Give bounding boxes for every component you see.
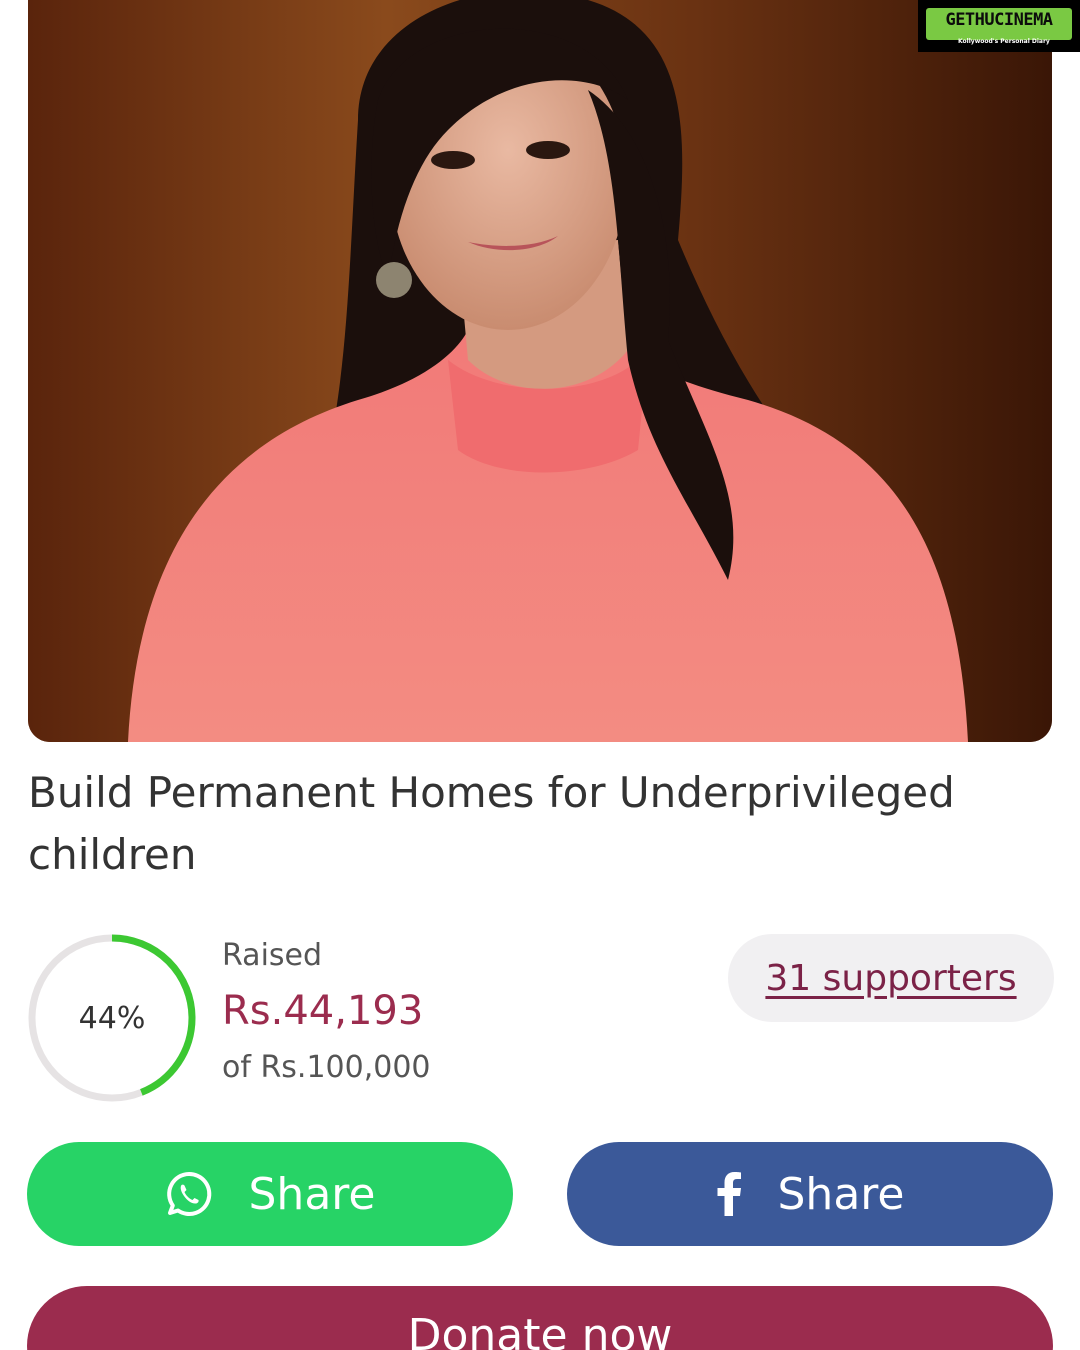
whatsapp-icon (165, 1170, 213, 1218)
facebook-share-button[interactable]: Share (567, 1142, 1053, 1246)
raised-amount: Rs.44,193 (222, 988, 424, 1034)
facebook-icon (716, 1172, 742, 1216)
facebook-share-label: Share (777, 1168, 905, 1220)
goal-amount: of Rs.100,000 (222, 1050, 431, 1085)
whatsapp-share-label: Share (248, 1168, 376, 1220)
watermark-brand: GETHUCINEMA (926, 8, 1072, 40)
whatsapp-share-button[interactable]: Share (27, 1142, 513, 1246)
watermark-logo: GETHUCINEMA Kollywood's Personal Diary (918, 0, 1080, 52)
campaign-page: GETHUCINEMA Kollywood's Personal Diary B… (0, 0, 1080, 1350)
raised-label: Raised (222, 938, 323, 973)
campaign-photo (28, 0, 1052, 742)
supporters-link[interactable]: 31 supporters (728, 934, 1054, 1022)
donate-button[interactable]: Donate now (27, 1286, 1053, 1350)
watermark-tagline: Kollywood's Personal Diary (958, 38, 1050, 45)
campaign-title: Build Permanent Homes for Underprivilege… (28, 768, 955, 879)
progress-percent: 44% (78, 1000, 146, 1036)
